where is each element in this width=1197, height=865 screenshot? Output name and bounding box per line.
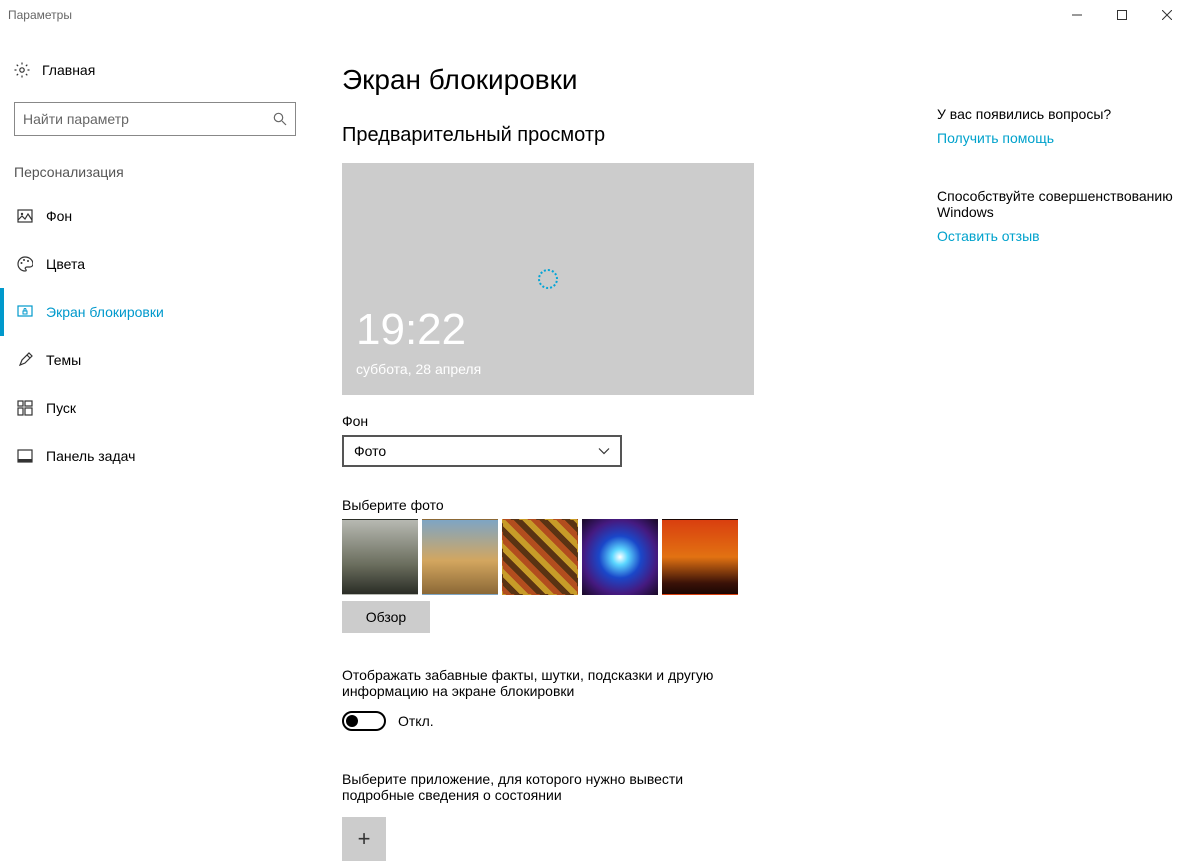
main-content: Экран блокировки Предварительный просмот… bbox=[310, 30, 937, 865]
sidebar-item-label: Цвета bbox=[46, 256, 85, 272]
photo-thumbnails bbox=[342, 519, 937, 595]
choose-photo-label: Выберите фото bbox=[342, 497, 937, 513]
questions-heading: У вас появились вопросы? bbox=[937, 106, 1177, 122]
sidebar-item-label: Темы bbox=[46, 352, 81, 368]
feedback-link[interactable]: Оставить отзыв bbox=[937, 228, 1177, 244]
sidebar-item-label: Экран блокировки bbox=[46, 304, 164, 320]
sidebar-item-label: Пуск bbox=[46, 400, 76, 416]
palette-icon bbox=[4, 256, 46, 272]
sidebar-item-colors[interactable]: Цвета bbox=[0, 240, 310, 288]
close-button[interactable] bbox=[1144, 0, 1189, 30]
browse-button[interactable]: Обзор bbox=[342, 601, 430, 633]
taskbar-icon bbox=[4, 448, 46, 464]
search-box[interactable] bbox=[14, 102, 296, 136]
chevron-down-icon bbox=[598, 445, 610, 457]
maximize-button[interactable] bbox=[1099, 0, 1144, 30]
section-heading: Персонализация bbox=[14, 158, 310, 192]
sidebar-item-start[interactable]: Пуск bbox=[0, 384, 310, 432]
background-label: Фон bbox=[342, 413, 937, 429]
photo-thumb[interactable] bbox=[422, 519, 498, 595]
window-title: Параметры bbox=[8, 8, 1054, 22]
sidebar: Главная Персонализация Фон Цвета bbox=[0, 30, 310, 865]
improve-heading: Способствуйте совершенствованию Windows bbox=[937, 188, 1177, 220]
home-label: Главная bbox=[42, 62, 95, 78]
photo-thumb[interactable] bbox=[662, 519, 738, 595]
right-column: У вас появились вопросы? Получить помощь… bbox=[937, 30, 1197, 865]
sidebar-item-background[interactable]: Фон bbox=[0, 192, 310, 240]
preview-heading: Предварительный просмотр bbox=[342, 124, 937, 147]
add-detailed-status-app[interactable]: + bbox=[342, 817, 386, 861]
lockscreen-preview: 19:22 суббота, 28 апреля bbox=[342, 163, 754, 395]
home-link[interactable]: Главная bbox=[14, 50, 310, 90]
page-title: Экран блокировки bbox=[342, 64, 937, 96]
grid-icon bbox=[4, 400, 46, 416]
sidebar-item-label: Фон bbox=[46, 208, 72, 224]
photo-thumb[interactable] bbox=[342, 519, 418, 595]
minimize-button[interactable] bbox=[1054, 0, 1099, 30]
search-input[interactable] bbox=[23, 111, 273, 127]
sidebar-item-label: Панель задач bbox=[46, 448, 135, 464]
toggle-state: Откл. bbox=[398, 713, 434, 729]
photo-thumb[interactable] bbox=[582, 519, 658, 595]
dropdown-value: Фото bbox=[354, 443, 386, 459]
sidebar-item-lockscreen[interactable]: Экран блокировки bbox=[0, 288, 310, 336]
loading-spinner-icon bbox=[538, 269, 558, 289]
photo-thumb[interactable] bbox=[502, 519, 578, 595]
detailed-status-label: Выберите приложение, для которого нужно … bbox=[342, 771, 722, 803]
search-icon bbox=[273, 112, 287, 126]
background-dropdown[interactable]: Фото bbox=[342, 435, 622, 467]
preview-time: 19:22 bbox=[356, 305, 466, 355]
preview-date: суббота, 28 апреля bbox=[356, 361, 481, 377]
gear-icon bbox=[14, 62, 42, 78]
sidebar-item-taskbar[interactable]: Панель задач bbox=[0, 432, 310, 480]
fun-facts-toggle[interactable] bbox=[342, 711, 386, 731]
brush-icon bbox=[4, 352, 46, 368]
lockscreen-icon bbox=[4, 304, 46, 320]
sidebar-item-themes[interactable]: Темы bbox=[0, 336, 310, 384]
toggle-knob bbox=[346, 715, 358, 727]
titlebar: Параметры bbox=[0, 0, 1197, 30]
plus-icon: + bbox=[358, 826, 371, 852]
fun-facts-label: Отображать забавные факты, шутки, подска… bbox=[342, 667, 762, 699]
get-help-link[interactable]: Получить помощь bbox=[937, 130, 1177, 146]
picture-icon bbox=[4, 208, 46, 224]
